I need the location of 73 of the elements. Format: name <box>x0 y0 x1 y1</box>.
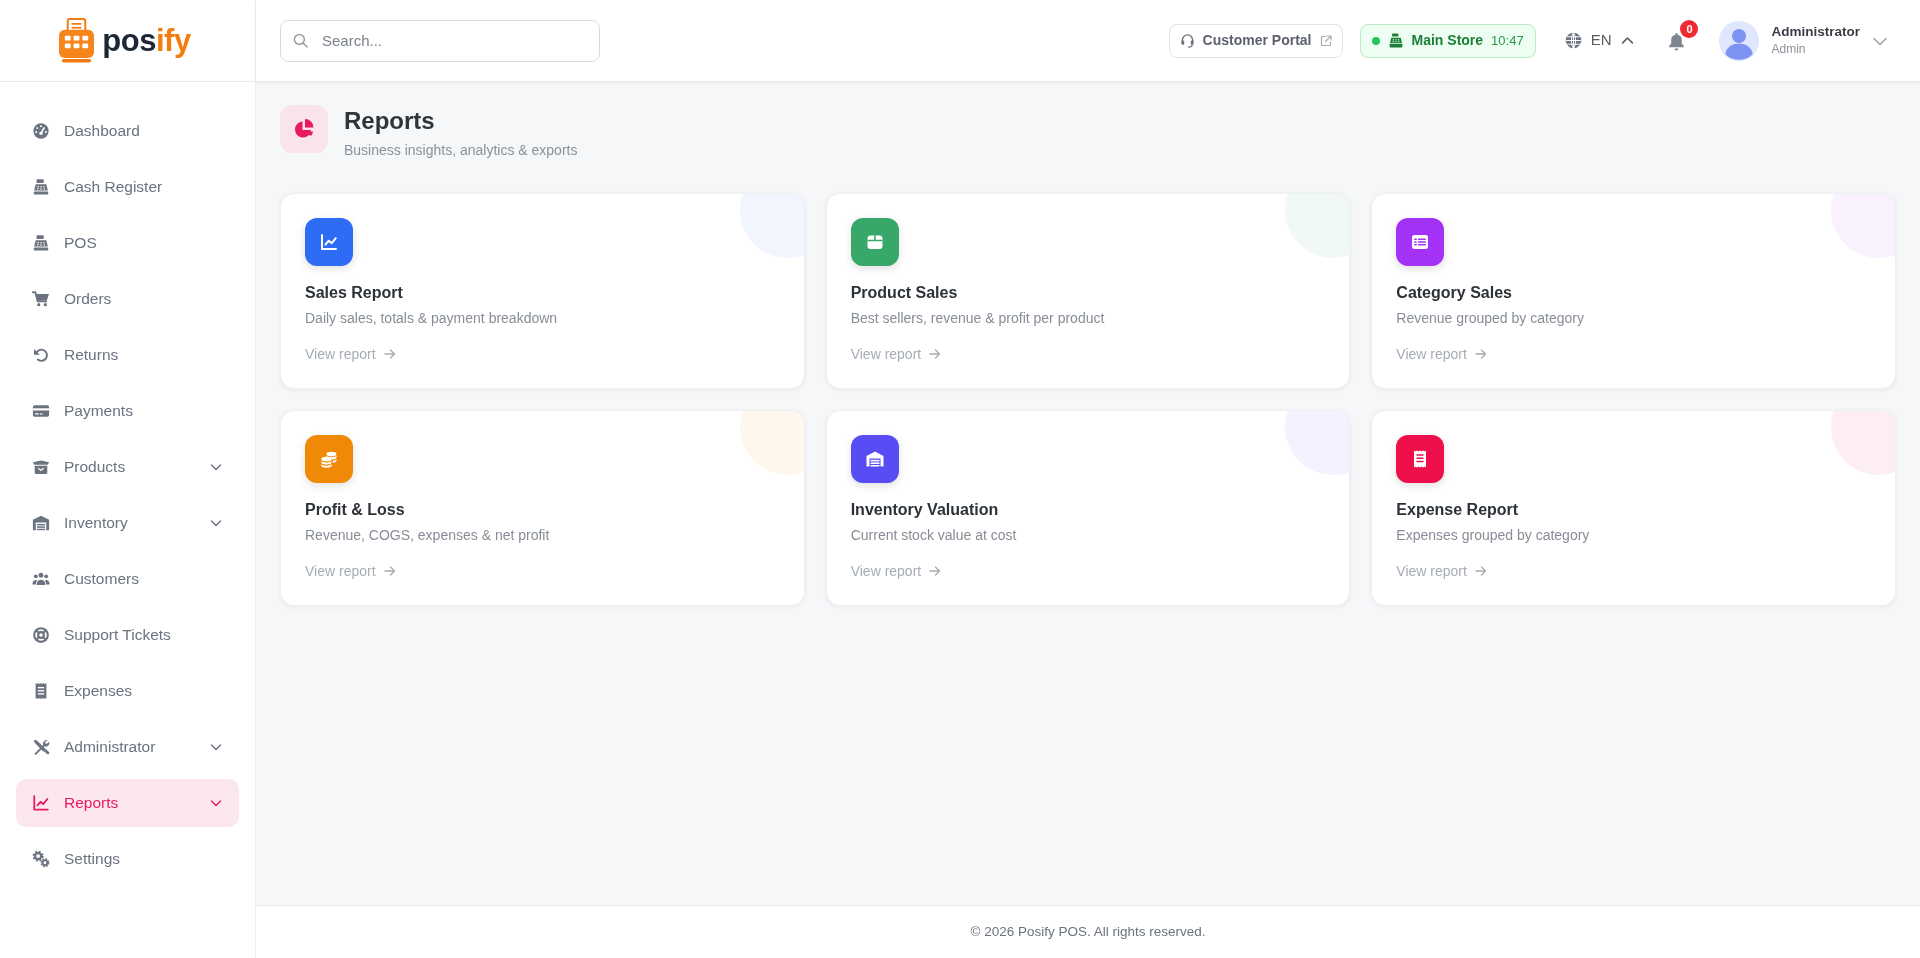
report-description: Current stock value at cost <box>850 526 1018 545</box>
sidebar-nav-item[interactable]: Dashboard <box>16 107 239 155</box>
bell-icon <box>1668 32 1686 51</box>
user-role: Admin <box>1771 42 1807 57</box>
avatar-icon <box>1719 20 1760 61</box>
page-subtitle: Business insights, analytics & exports <box>344 141 578 160</box>
language-selector[interactable]: EN <box>1564 29 1635 52</box>
customer-portal-button[interactable]: Customer Portal <box>1168 23 1343 58</box>
sidebar-nav-item[interactable]: Administrator <box>16 723 239 771</box>
sidebar-nav-item[interactable]: Customers <box>16 555 239 603</box>
search-icon <box>293 32 308 48</box>
globe-icon <box>1564 32 1582 49</box>
report-description: Best sellers, revenue & profit per product <box>850 309 1106 328</box>
undo-arrow-icon <box>32 346 50 364</box>
sidebar-nav-item[interactable]: Orders <box>16 275 239 323</box>
report-title: Inventory Valuation <box>850 500 1000 520</box>
arrow-right-icon <box>1474 348 1487 360</box>
search-field[interactable]: Search... <box>280 19 600 62</box>
sidebar-nav-item[interactable]: Products <box>16 443 239 491</box>
cart-icon <box>32 290 50 308</box>
cash-register-icon <box>1387 33 1404 48</box>
cash-register-icon <box>32 234 50 252</box>
report-title: Profit & Loss <box>305 500 406 520</box>
chevron-up-icon <box>1621 34 1635 47</box>
gears-icon <box>32 850 50 868</box>
report-description: Daily sales, totals & payment breakdown <box>305 309 559 328</box>
line-chart-icon <box>32 794 50 812</box>
notification-count: 0 <box>1680 20 1699 38</box>
report-title: Sales Report <box>305 283 404 303</box>
user-name: Administrator <box>1771 24 1860 41</box>
chevron-down-icon <box>210 797 222 809</box>
store-selector[interactable]: Main Store 10:47 <box>1359 23 1536 58</box>
sidebar-nav-item[interactable]: Inventory <box>16 499 239 547</box>
headset-icon <box>1179 33 1195 48</box>
arrow-right-icon <box>929 348 942 360</box>
pie-chart-icon <box>280 105 328 153</box>
sidebar-nav-item[interactable]: Reports <box>16 779 239 827</box>
report-description: Revenue, COGS, expenses & net profit <box>305 526 551 545</box>
arrow-right-icon <box>929 565 942 577</box>
notifications-button[interactable]: 0 <box>1668 20 1699 51</box>
sidebar-nav-item[interactable]: Expenses <box>16 667 239 715</box>
sidebar-nav-item[interactable]: Payments <box>16 387 239 435</box>
report-description: Expenses grouped by category <box>1396 526 1591 545</box>
tools-icon <box>32 738 50 756</box>
sidebar-nav-item[interactable]: Returns <box>16 331 239 379</box>
report-title: Category Sales <box>1396 283 1513 303</box>
report-description: Revenue grouped by category <box>1396 309 1585 328</box>
chevron-down-icon <box>210 517 222 529</box>
report-title: Product Sales <box>850 283 959 303</box>
sidebar-nav-item[interactable]: Settings <box>16 835 239 883</box>
footer-copyright: © 2026 Posify POS. All rights reserved. <box>970 922 1206 941</box>
chevron-down-icon <box>210 741 222 753</box>
external-link-icon <box>1319 34 1332 47</box>
page-title: Reports <box>344 106 436 136</box>
user-menu[interactable]: Administrator Admin <box>1719 20 1888 61</box>
register-logo-icon <box>58 18 96 63</box>
users-icon <box>32 570 50 588</box>
store-time: 10:47 <box>1491 31 1524 50</box>
warehouse-icon <box>32 514 50 532</box>
sidebar-nav-item[interactable]: Support Tickets <box>16 611 239 659</box>
arrow-right-icon <box>1474 565 1487 577</box>
arrow-right-icon <box>383 348 396 360</box>
box-icon <box>32 458 50 476</box>
sidebar-nav-item[interactable]: POS <box>16 219 239 267</box>
chevron-down-icon <box>210 461 222 473</box>
sidebar-nav-item[interactable]: Cash Register <box>16 163 239 211</box>
life-ring-icon <box>32 626 50 644</box>
logo-wordmark: posify <box>102 25 191 56</box>
gauge-icon <box>32 122 50 140</box>
credit-card-icon <box>32 402 50 420</box>
arrow-right-icon <box>383 565 396 577</box>
report-title: Expense Report <box>1396 500 1520 520</box>
cash-register-icon <box>32 178 50 196</box>
